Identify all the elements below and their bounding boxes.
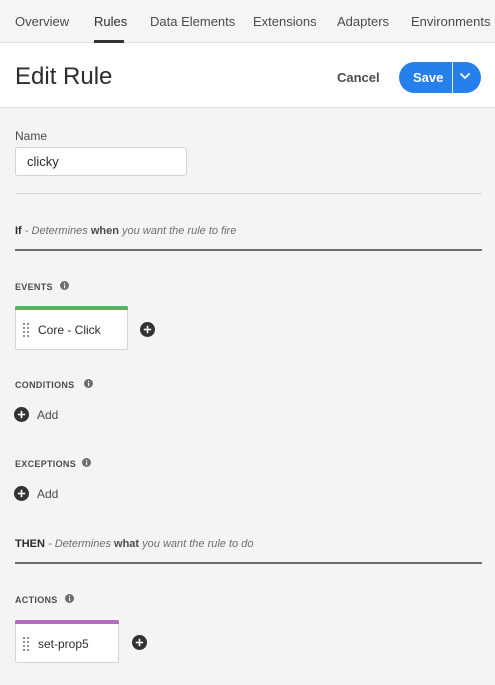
drag-handle-icon[interactable] (23, 323, 29, 337)
drag-handle-icon[interactable] (23, 637, 29, 651)
page-title: Edit Rule (15, 63, 113, 90)
then-divider (15, 562, 482, 564)
plus-circle-icon (14, 486, 29, 501)
top-nav: Overview Rules Data Elements Extensions … (0, 0, 495, 43)
event-card[interactable]: Core - Click (15, 306, 128, 350)
add-action-icon[interactable] (132, 635, 147, 650)
if-clause-heading: If - Determines when you want the rule t… (15, 225, 237, 237)
info-icon[interactable] (65, 594, 74, 603)
add-exception-button[interactable]: Add (14, 486, 64, 502)
chevron-down-icon (460, 73, 470, 79)
conditions-label: CONDITIONS (15, 380, 75, 390)
info-icon[interactable] (60, 281, 69, 290)
cancel-button[interactable]: Cancel (337, 70, 380, 85)
tab-extensions[interactable]: Extensions (253, 14, 317, 29)
then-keyword: THEN (15, 538, 45, 550)
save-button-group: Save (399, 62, 481, 93)
plus-circle-icon (14, 407, 29, 422)
info-icon[interactable] (82, 458, 91, 467)
exceptions-label: EXCEPTIONS (15, 459, 77, 469)
action-card[interactable]: set-prop5 (15, 620, 119, 663)
event-color-bar (15, 306, 128, 310)
tab-overview[interactable]: Overview (15, 14, 69, 29)
tab-environments[interactable]: Environments (411, 14, 490, 29)
add-event-icon[interactable] (140, 322, 155, 337)
event-card-label: Core - Click (38, 323, 101, 337)
divider (15, 193, 482, 194)
add-exception-label: Add (37, 487, 59, 501)
tab-data-elements[interactable]: Data Elements (150, 14, 235, 29)
action-color-bar (15, 620, 119, 624)
action-card-label: set-prop5 (38, 637, 89, 651)
actions-label: ACTIONS (15, 595, 58, 605)
tab-rules[interactable]: Rules (94, 14, 127, 29)
tab-adapters[interactable]: Adapters (337, 14, 389, 29)
save-button[interactable]: Save (413, 70, 443, 85)
rule-name-input[interactable] (15, 147, 187, 176)
if-keyword: If (15, 225, 22, 237)
page-header: Edit Rule Cancel Save (0, 43, 495, 108)
add-condition-label: Add (37, 408, 59, 422)
name-label: Name (15, 129, 48, 143)
add-condition-button[interactable]: Add (14, 407, 64, 423)
then-clause-heading: THEN - Determines what you want the rule… (15, 538, 254, 550)
save-options-button[interactable] (453, 62, 481, 93)
if-divider (15, 249, 482, 251)
events-label: EVENTS (15, 282, 53, 292)
info-icon[interactable] (84, 379, 93, 388)
